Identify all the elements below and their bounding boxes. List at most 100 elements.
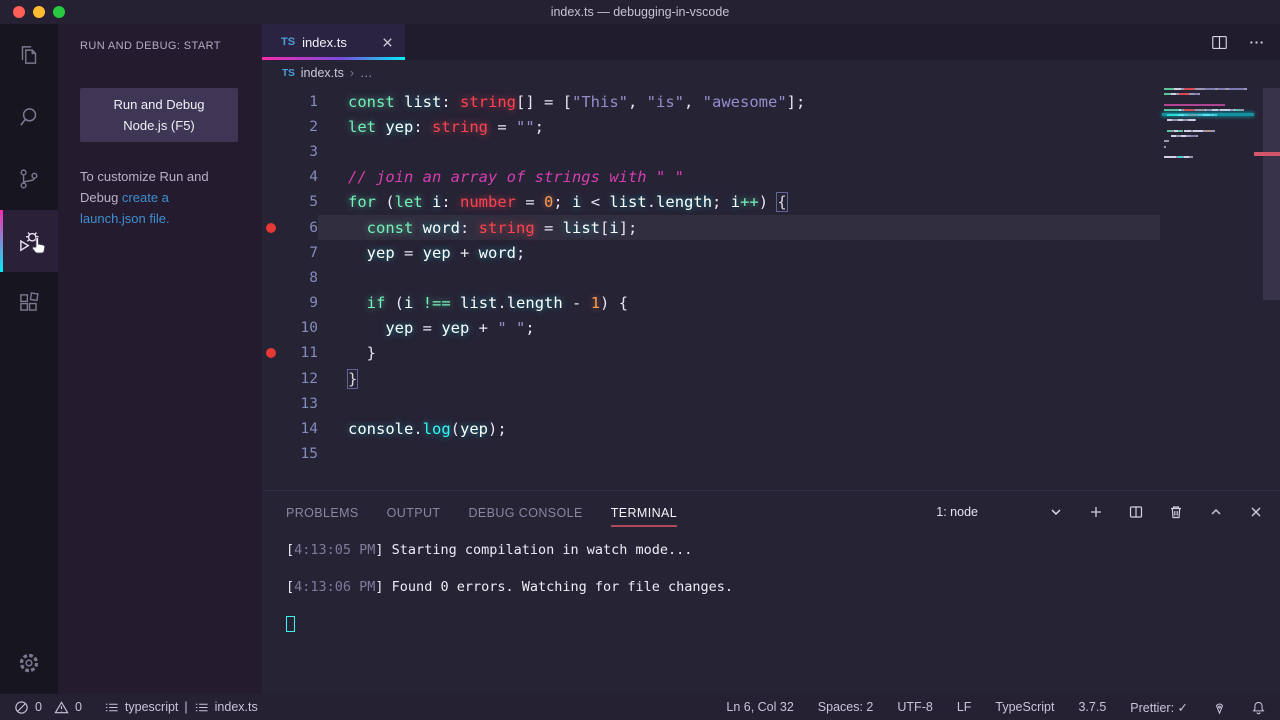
warnings-icon: [54, 700, 69, 713]
code-line[interactable]: 14 console. log(yep);: [262, 416, 1280, 441]
editor-scrollbar[interactable]: [1254, 86, 1280, 490]
breakpoint-gutter[interactable]: [262, 348, 280, 359]
typescript-file-icon: TS: [281, 36, 296, 48]
status-utf-8[interactable]: UTF-8: [897, 700, 932, 714]
code-line[interactable]: 12}: [262, 366, 1280, 391]
minimap-line: [1164, 155, 1193, 158]
minimap-line: [1164, 145, 1166, 148]
search-icon: [16, 104, 42, 130]
code-line[interactable]: 9 if (i !== list. length - 1) {: [262, 291, 1280, 316]
watch-tasks-status[interactable]: typescript | index.ts: [104, 700, 258, 715]
minimap-line: [1164, 135, 1198, 138]
split-editor-icon[interactable]: [1210, 33, 1229, 52]
status-typescript[interactable]: TypeScript: [995, 700, 1054, 714]
window-title: index.ts — debugging-in-vscode: [550, 5, 730, 19]
customize-hint: To customize Run and Debug create a laun…: [80, 169, 209, 226]
vscode-window: index.ts — debugging-in-vscode RUN AND D…: [0, 0, 1280, 720]
line-number: 8: [309, 269, 318, 286]
code-line[interactable]: 2 let yep: string = "";: [262, 114, 1280, 139]
status-ln-6-col-32[interactable]: Ln 6, Col 32: [726, 700, 793, 714]
minimap-line: [1164, 129, 1215, 132]
terminal-picker[interactable]: 1: node: [936, 504, 1064, 520]
task-list-icon: [194, 700, 209, 715]
breadcrumb-symbol[interactable]: …: [360, 66, 373, 80]
panel-tab-debug-console[interactable]: DEBUG CONSOLE: [468, 500, 582, 525]
breakpoint-icon[interactable]: [266, 222, 276, 233]
problems-status[interactable]: 0 0: [14, 700, 82, 715]
activitybar-item-search[interactable]: [0, 86, 58, 148]
scrollbar-slider[interactable]: [1263, 88, 1280, 300]
line-number: 4: [309, 169, 318, 186]
minimap-line: [1164, 119, 1197, 122]
code-line[interactable]: 15: [262, 442, 1280, 467]
code-text: yep = yep + word;: [366, 243, 526, 262]
code-text: for (let i: number = 0; i < list. length;…: [348, 193, 787, 212]
feedback-icon[interactable]: [1212, 700, 1227, 715]
close-tab-icon[interactable]: [380, 35, 395, 50]
breadcrumb-file[interactable]: index.ts: [301, 66, 344, 80]
new-terminal-icon[interactable]: [1088, 504, 1104, 520]
code-line[interactable]: 10 yep = yep + " ";: [262, 316, 1280, 341]
code-text: // join an array of strings with " ": [348, 168, 684, 187]
activitybar-item-extensions[interactable]: [0, 272, 58, 334]
status-prettier[interactable]: Prettier: ✓: [1130, 700, 1188, 715]
kill-terminal-icon[interactable]: [1168, 504, 1184, 520]
status-lf[interactable]: LF: [957, 700, 972, 714]
sidebar-title: RUN AND DEBUG: START: [80, 40, 221, 52]
more-actions-icon[interactable]: [1247, 33, 1266, 52]
panel-tab-terminal[interactable]: TERMINAL: [610, 500, 678, 527]
maximize-panel-icon[interactable]: [1208, 504, 1224, 520]
code-line[interactable]: 13: [262, 391, 1280, 416]
breakpoint-gutter[interactable]: [262, 222, 280, 233]
line-number: 2: [309, 118, 318, 135]
code-line[interactable]: 4 // join an array of strings with " ": [262, 165, 1280, 190]
terminal-prompt: [286, 616, 1280, 635]
code-line[interactable]: 8: [262, 265, 1280, 290]
run-and-debug-button[interactable]: Run and Debug Node.js (F5): [80, 88, 238, 142]
errors-icon: [15, 700, 28, 714]
bell-icon[interactable]: [1251, 700, 1266, 715]
code-text: const word: string = list[i];: [318, 214, 1160, 241]
status-bar: 0 0 typescript | index.ts Ln 6, Col 32 Spac…: [0, 694, 1280, 720]
settings-icon: [16, 650, 42, 676]
overview-ruler-mark: [1254, 152, 1280, 156]
activitybar-item-settings[interactable]: [0, 632, 58, 694]
source-control-icon: [16, 166, 42, 192]
breakpoint-icon[interactable]: [266, 348, 276, 359]
breadcrumb-separator: ›: [349, 66, 355, 80]
activitybar-item-run-and-debug[interactable]: [0, 210, 58, 272]
terminal-line: [4:13:05 PM] Starting compilation in wat…: [286, 542, 693, 558]
code-line[interactable]: 5 for (let i: number = 0; i < list. length…: [262, 190, 1280, 215]
terminal-output[interactable]: [4:13:05 PM] Starting compilation in wat…: [262, 533, 1280, 694]
status-3-7-5[interactable]: 3.7.5: [1078, 700, 1106, 714]
panel-tab-problems[interactable]: PROBLEMS: [286, 500, 359, 525]
code-text: const list: string[] = ["This", "is", "a…: [348, 92, 806, 111]
code-text: console. log(yep);: [348, 420, 507, 439]
code-line[interactable]: 3: [262, 139, 1280, 164]
code-line[interactable]: 1 const list: string[] = ["This", "is", "…: [262, 89, 1280, 114]
watch-task-label: index.ts: [214, 700, 258, 714]
warning-count: 0: [74, 700, 82, 714]
minimap-current-line: [1162, 113, 1254, 117]
tab-index-ts[interactable]: TS index.ts: [262, 24, 405, 60]
activitybar-item-explorer[interactable]: [0, 24, 58, 86]
tab-label: index.ts: [302, 34, 347, 50]
split-terminal-icon[interactable]: [1128, 504, 1144, 520]
panel-tab-output[interactable]: OUTPUT: [387, 500, 441, 525]
minimap[interactable]: [1162, 88, 1254, 208]
terminal-cursor: [286, 616, 295, 633]
code-line[interactable]: 6 const word: string = list[i];: [262, 214, 1280, 241]
typescript-file-icon: TS: [282, 67, 295, 79]
chevron-down-icon[interactable]: [1048, 504, 1064, 520]
code-editor[interactable]: 1 const list: string[] = ["This", "is", "…: [262, 86, 1280, 490]
activitybar-item-source-control[interactable]: [0, 148, 58, 210]
code-line[interactable]: 11 }: [262, 341, 1280, 366]
close-panel-icon[interactable]: [1248, 504, 1264, 520]
explorer-icon: [16, 42, 42, 68]
minimap-line: [1164, 140, 1170, 143]
status-spaces-2[interactable]: Spaces: 2: [818, 700, 874, 714]
code-line[interactable]: 7 yep = yep + word;: [262, 240, 1280, 265]
